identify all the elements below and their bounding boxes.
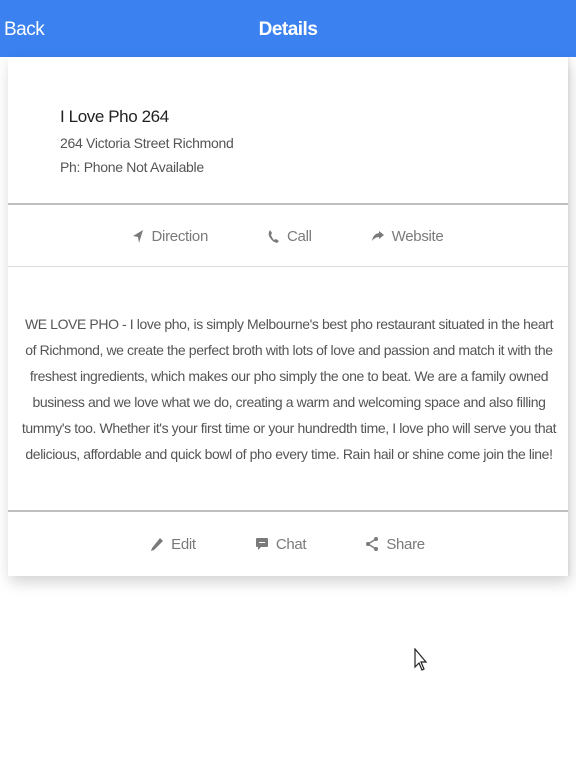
place-name: I Love Pho 264 (60, 107, 169, 126)
place-description: WE LOVE PHO - I love pho, is simply Melb… (21, 316, 557, 462)
edit-label: Edit (171, 535, 196, 553)
website-button[interactable]: Website (371, 227, 444, 245)
website-label: Website (391, 227, 444, 245)
details-card: I Love Pho 264 264 Victoria Street Richm… (8, 57, 572, 576)
share-label: Share (386, 535, 425, 553)
share-button[interactable]: Share (366, 536, 425, 553)
edit-button[interactable]: Edit (151, 536, 196, 553)
phone-icon (268, 229, 280, 243)
page-title: Details (258, 19, 318, 40)
mouse-cursor-icon (414, 648, 428, 671)
direction-label: Direction (151, 227, 209, 245)
chat-button[interactable]: Chat (255, 535, 307, 553)
place-info: I Love Pho 264 264 Victoria Street Richm… (60, 107, 234, 175)
divider (8, 510, 568, 512)
chat-bubble-icon (255, 537, 268, 550)
nav-bar: Back Details (0, 0, 576, 57)
share-arrow-icon (371, 230, 384, 241)
place-address: 264 Victoria Street Richmond (60, 135, 234, 151)
call-label: Call (287, 227, 312, 245)
location-arrow-icon (132, 229, 143, 243)
place-phone: Ph: Phone Not Available (60, 159, 204, 175)
card-actions: Edit Chat Share (8, 513, 568, 575)
contact-actions: Direction Call Website (8, 205, 568, 267)
divider (8, 266, 568, 267)
share-icon (366, 537, 379, 551)
pencil-icon (151, 537, 164, 551)
chat-label: Chat (275, 535, 307, 553)
call-button[interactable]: Call (268, 228, 312, 245)
direction-button[interactable]: Direction (132, 227, 209, 245)
